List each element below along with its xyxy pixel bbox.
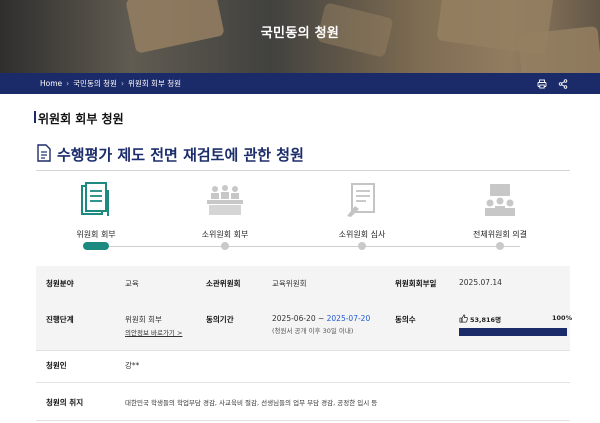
- thumbs-up-icon: [459, 314, 468, 323]
- stage-value: 위원회 회부: [125, 315, 162, 324]
- hero-banner: 국민동의 청원: [0, 0, 600, 73]
- step-subcommittee-review: 소위원회 심사: [302, 182, 422, 240]
- step-indicator: [221, 242, 229, 250]
- referral-date-label: 위원회회부일: [395, 279, 437, 288]
- count-label: 동의수: [395, 315, 416, 324]
- review-icon: [347, 183, 375, 217]
- period-end: 2025-07-20: [326, 314, 371, 323]
- step-plenary-vote: 전체위원회 의결: [440, 182, 560, 240]
- breadcrumb-petition[interactable]: 국민동의 청원: [73, 79, 117, 88]
- signature-count: 53,816명: [459, 314, 501, 324]
- share-icon: [558, 78, 567, 89]
- section-title-bar: [34, 111, 36, 123]
- referral-date-value: 2025.07.14: [459, 278, 502, 287]
- purpose-label: 청원의 취지: [46, 398, 84, 407]
- step-label: 전체위원회 의결: [472, 230, 528, 239]
- period-cell: 2025-06-20 ~ 2025-07-20 (청원서 공개 이후 30일 이…: [272, 314, 370, 335]
- petition-info-table: 청원분야 교육 소관위원회 교육위원회 위원회회부일 2025.07.14 진행…: [36, 266, 573, 421]
- document-stack-icon: [81, 182, 109, 216]
- breadcrumb-bar: Home › 국민동의 청원 › 위원회 회부 청원: [0, 73, 600, 94]
- hero-title: 국민동의 청원: [260, 26, 340, 41]
- petitioner-value: 강**: [125, 361, 140, 370]
- breadcrumb-current[interactable]: 위원회 회부 청원: [128, 79, 181, 88]
- print-button[interactable]: [531, 73, 552, 94]
- step-subcommittee-referral: 소위원회 회부: [165, 182, 285, 240]
- breadcrumb-home[interactable]: Home: [40, 79, 62, 88]
- step-indicator: [358, 242, 366, 250]
- row-divider: [36, 350, 570, 351]
- step-label: 소위원회 심사: [338, 230, 386, 239]
- breadcrumb: Home › 국민동의 청원 › 위원회 회부 청원: [40, 79, 182, 88]
- vote-icon: [485, 184, 515, 216]
- section-title: 위원회 회부 청원: [38, 112, 124, 126]
- row-divider: [36, 420, 570, 421]
- step-label: 소위원회 회부: [201, 230, 249, 239]
- stage-cell: 위원회 회부 의안정보 바로가기 >: [125, 314, 182, 337]
- petition-title: 수행평가 제도 전면 재검토에 관한 청원: [57, 146, 304, 164]
- step-indicator-active: [83, 242, 109, 250]
- step-indicator: [496, 242, 504, 250]
- share-button[interactable]: [552, 73, 573, 94]
- row-divider: [36, 382, 570, 383]
- signature-count-value: 53,816명: [470, 316, 502, 324]
- petitioner-label: 청원인: [46, 361, 67, 370]
- stage-label: 진행단계: [46, 315, 74, 324]
- step-committee-referral: 위원회 회부: [36, 182, 156, 240]
- signature-progress-bar: [459, 328, 567, 336]
- committee-value: 교육위원회: [272, 279, 307, 288]
- period-note: (청원서 공개 이후 30일 이내): [272, 327, 354, 335]
- document-icon: [37, 144, 51, 162]
- committee-label: 소관위원회: [206, 279, 241, 288]
- period-label: 동의기간: [206, 315, 234, 324]
- purpose-value: 대한민국 학생들의 학업부담 경감, 사교육비 절감, 선생님들의 업무 부담 …: [125, 399, 378, 407]
- field-value: 교육: [125, 279, 139, 288]
- period-start: 2025-06-20 ~: [272, 314, 327, 323]
- signature-progress-fill: [459, 328, 567, 336]
- print-icon: [537, 79, 546, 88]
- bill-info-link[interactable]: 의안정보 바로가기 >: [125, 327, 182, 337]
- title-divider: [36, 170, 570, 171]
- signature-percent: 100%: [552, 314, 573, 322]
- step-progress-line: [96, 246, 520, 247]
- field-label: 청원분야: [46, 279, 74, 288]
- step-label: 위원회 회부: [76, 230, 116, 239]
- meeting-icon: [207, 185, 243, 215]
